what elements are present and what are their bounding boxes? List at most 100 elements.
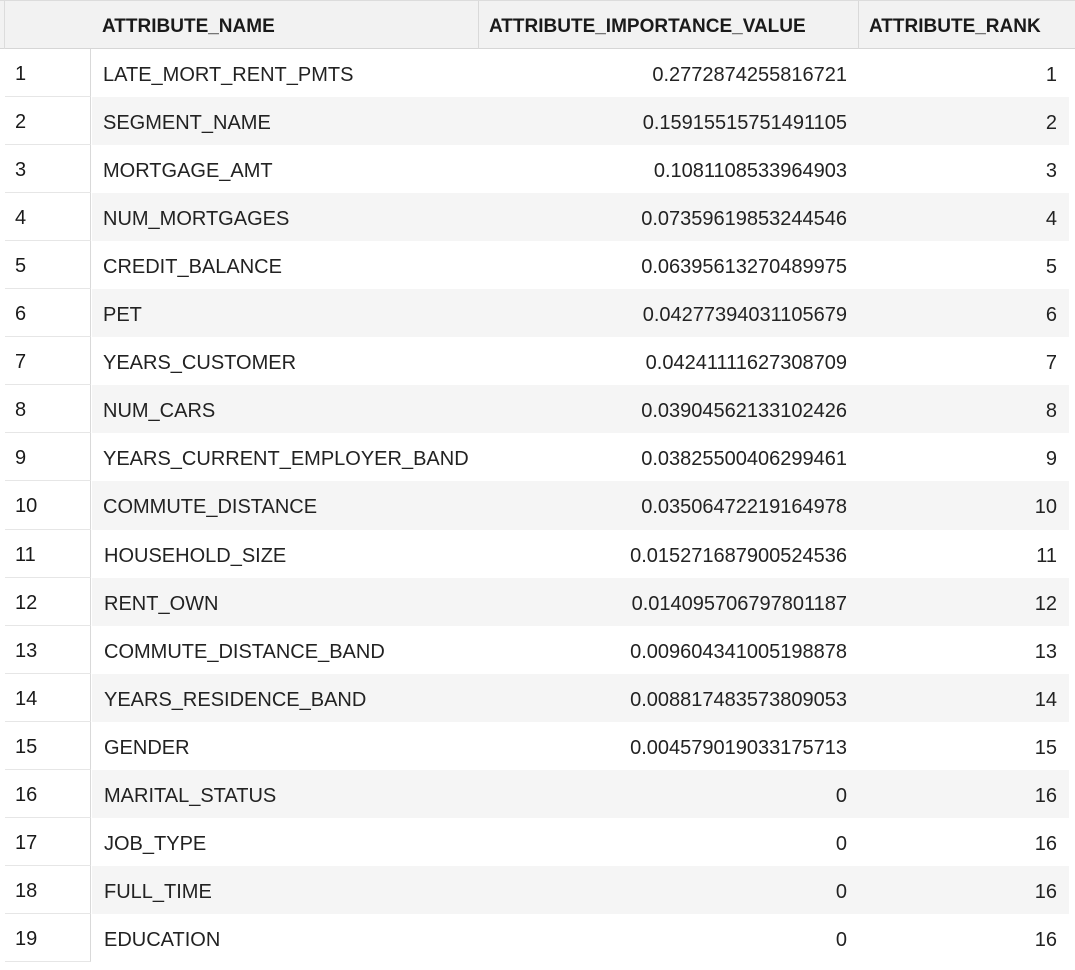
attribute-importance-value-cell[interactable]: 0: [836, 818, 847, 870]
attribute-importance-value-cell[interactable]: 0.1081108533964903: [654, 145, 847, 197]
table-row[interactable]: 1 LATE_MORT_RENT_PMTS 0.2772874255816721 1: [0, 49, 1075, 97]
attribute-importance-value-cell[interactable]: 0.015271687900524536: [630, 530, 847, 582]
attribute-importance-value-cell[interactable]: 0.15915515751491105: [643, 97, 847, 149]
attribute-name-cell[interactable]: YEARS_RESIDENCE_BAND: [104, 674, 366, 726]
row-number-cell[interactable]: 18: [5, 866, 91, 914]
row-number-cell[interactable]: 12: [5, 578, 91, 626]
table-row[interactable]: 17 JOB_TYPE 0 16: [0, 818, 1075, 866]
attribute-importance-value-cell[interactable]: 0: [836, 914, 847, 966]
attribute-importance-value-cell[interactable]: 0: [836, 770, 847, 822]
table-row[interactable]: 11 HOUSEHOLD_SIZE 0.015271687900524536 11: [0, 530, 1075, 578]
attribute-name-cell[interactable]: HOUSEHOLD_SIZE: [104, 530, 286, 582]
table-row[interactable]: 3 MORTGAGE_AMT 0.1081108533964903 3: [0, 145, 1075, 193]
attribute-importance-value-cell[interactable]: 0: [836, 866, 847, 918]
attribute-rank-cell[interactable]: 7: [1046, 337, 1057, 389]
row-number-cell[interactable]: 9: [5, 433, 91, 481]
row-number-cell[interactable]: 6: [5, 289, 91, 337]
attribute-name-cell[interactable]: FULL_TIME: [104, 866, 212, 918]
table-row[interactable]: 2 SEGMENT_NAME 0.15915515751491105 2: [0, 97, 1075, 145]
attribute-rank-cell[interactable]: 9: [1046, 433, 1057, 485]
attribute-name-cell[interactable]: JOB_TYPE: [104, 818, 206, 870]
attribute-rank-cell[interactable]: 14: [1035, 674, 1057, 726]
attribute-rank-cell[interactable]: 13: [1035, 626, 1057, 678]
attribute-rank-cell[interactable]: 6: [1046, 289, 1057, 341]
row-number-cell[interactable]: 7: [5, 337, 91, 385]
row-number-cell[interactable]: 10: [5, 481, 91, 530]
attribute-rank-cell[interactable]: 16: [1035, 770, 1057, 822]
attribute-rank-cell[interactable]: 11: [1036, 530, 1057, 582]
row-number-cell[interactable]: 5: [5, 241, 91, 289]
attribute-importance-value-cell[interactable]: 0.03825500406299461: [641, 433, 847, 485]
column-header-attribute-rank[interactable]: ATTRIBUTE_RANK: [858, 1, 1068, 49]
attribute-rank-cell[interactable]: 12: [1035, 578, 1057, 630]
table-row[interactable]: 18 FULL_TIME 0 16: [0, 866, 1075, 914]
attribute-importance-value-cell[interactable]: 0.008817483573809053: [630, 674, 847, 726]
table-row[interactable]: 16 MARITAL_STATUS 0 16: [0, 770, 1075, 818]
attribute-importance-value-cell[interactable]: 0.04241111627308709: [646, 337, 847, 389]
attribute-name-cell[interactable]: EDUCATION: [104, 914, 220, 966]
row-number-cell[interactable]: 16: [5, 770, 91, 818]
attribute-importance-value-cell[interactable]: 0.004579019033175713: [630, 722, 847, 774]
attribute-importance-value-cell[interactable]: 0.06395613270489975: [641, 241, 847, 293]
table-row[interactable]: 12 RENT_OWN 0.014095706797801187 12: [0, 578, 1075, 626]
attribute-rank-cell[interactable]: 16: [1035, 818, 1057, 870]
attribute-rank-cell[interactable]: 5: [1046, 241, 1057, 293]
attribute-name-cell[interactable]: COMMUTE_DISTANCE: [103, 481, 317, 533]
row-number-cell[interactable]: 4: [5, 193, 91, 241]
attribute-importance-value-cell[interactable]: 0.07359619853244546: [641, 193, 847, 245]
attribute-rank-cell[interactable]: 3: [1046, 145, 1057, 197]
row-number-cell[interactable]: 13: [5, 626, 91, 674]
column-header-index[interactable]: [4, 1, 91, 49]
row-number-cell[interactable]: 14: [5, 674, 91, 722]
attribute-rank-cell[interactable]: 8: [1046, 385, 1057, 437]
attribute-name-cell[interactable]: MORTGAGE_AMT: [103, 145, 273, 197]
attribute-rank-cell[interactable]: 1: [1046, 49, 1057, 101]
row-number-cell[interactable]: 19: [5, 914, 91, 962]
attribute-name-cell[interactable]: PET: [103, 289, 142, 341]
row-number-cell[interactable]: 2: [5, 97, 91, 145]
attribute-name-cell[interactable]: YEARS_CUSTOMER: [103, 337, 296, 389]
table-row[interactable]: 14 YEARS_RESIDENCE_BAND 0.0088174835738090…: [0, 674, 1075, 722]
attribute-importance-value-cell[interactable]: 0.04277394031105679: [643, 289, 847, 341]
table-row[interactable]: 19 EDUCATION 0 16: [0, 914, 1075, 962]
table-row[interactable]: 10 COMMUTE_DISTANCE 0.03506472219164978 10: [0, 481, 1075, 530]
column-header-attribute-importance-value[interactable]: ATTRIBUTE_IMPORTANCE_VALUE: [478, 1, 858, 49]
table-row[interactable]: 13 COMMUTE_DISTANCE_BAND 0.009604341005198…: [0, 626, 1075, 674]
row-number-cell[interactable]: 8: [5, 385, 91, 433]
attribute-importance-value-cell[interactable]: 0.009604341005198878: [630, 626, 847, 678]
attribute-rank-cell[interactable]: 16: [1035, 914, 1057, 966]
attribute-importance-value-cell[interactable]: 0.03904562133102426: [641, 385, 847, 437]
table-row[interactable]: 15 GENDER 0.004579019033175713 15: [0, 722, 1075, 770]
attribute-name-cell[interactable]: COMMUTE_DISTANCE_BAND: [104, 626, 385, 678]
row-number-cell[interactable]: 1: [5, 49, 91, 97]
row-number-cell[interactable]: 15: [5, 722, 91, 770]
table-row[interactable]: 4 NUM_MORTGAGES 0.07359619853244546 4: [0, 193, 1075, 241]
attribute-importance-value-cell[interactable]: 0.2772874255816721: [652, 49, 847, 101]
attribute-rank-cell[interactable]: 16: [1035, 866, 1057, 918]
attribute-name-cell[interactable]: SEGMENT_NAME: [103, 97, 271, 149]
attribute-name-cell[interactable]: NUM_MORTGAGES: [103, 193, 289, 245]
table-row[interactable]: 7 YEARS_CUSTOMER 0.04241111627308709 7: [0, 337, 1075, 385]
attribute-name-cell[interactable]: MARITAL_STATUS: [104, 770, 276, 822]
attribute-name-cell[interactable]: GENDER: [104, 722, 190, 774]
attribute-rank-cell[interactable]: 10: [1035, 481, 1057, 533]
attribute-importance-value-cell[interactable]: 0.014095706797801187: [632, 578, 847, 630]
table-row[interactable]: 8 NUM_CARS 0.03904562133102426 8: [0, 385, 1075, 433]
row-number-cell[interactable]: 11: [5, 530, 91, 578]
attribute-name-cell[interactable]: RENT_OWN: [104, 578, 218, 630]
column-header-attribute-name[interactable]: ATTRIBUTE_NAME: [92, 1, 478, 49]
attribute-name-cell[interactable]: NUM_CARS: [103, 385, 215, 437]
row-number-cell[interactable]: 3: [5, 145, 91, 193]
attribute-name-cell[interactable]: YEARS_CURRENT_EMPLOYER_BAND: [103, 433, 469, 485]
attribute-name-cell[interactable]: LATE_MORT_RENT_PMTS: [103, 49, 353, 101]
attribute-rank-cell[interactable]: 4: [1046, 193, 1057, 245]
table-row[interactable]: 9 YEARS_CURRENT_EMPLOYER_BAND 0.0382550040…: [0, 433, 1075, 481]
table-row[interactable]: 5 CREDIT_BALANCE 0.06395613270489975 5: [0, 241, 1075, 289]
row-background: [92, 866, 1069, 914]
table-row[interactable]: 6 PET 0.04277394031105679 6: [0, 289, 1075, 337]
attribute-rank-cell[interactable]: 15: [1035, 722, 1057, 774]
attribute-rank-cell[interactable]: 2: [1046, 97, 1057, 149]
row-number-cell[interactable]: 17: [5, 818, 91, 866]
attribute-importance-value-cell[interactable]: 0.03506472219164978: [641, 481, 847, 533]
attribute-name-cell[interactable]: CREDIT_BALANCE: [103, 241, 282, 293]
